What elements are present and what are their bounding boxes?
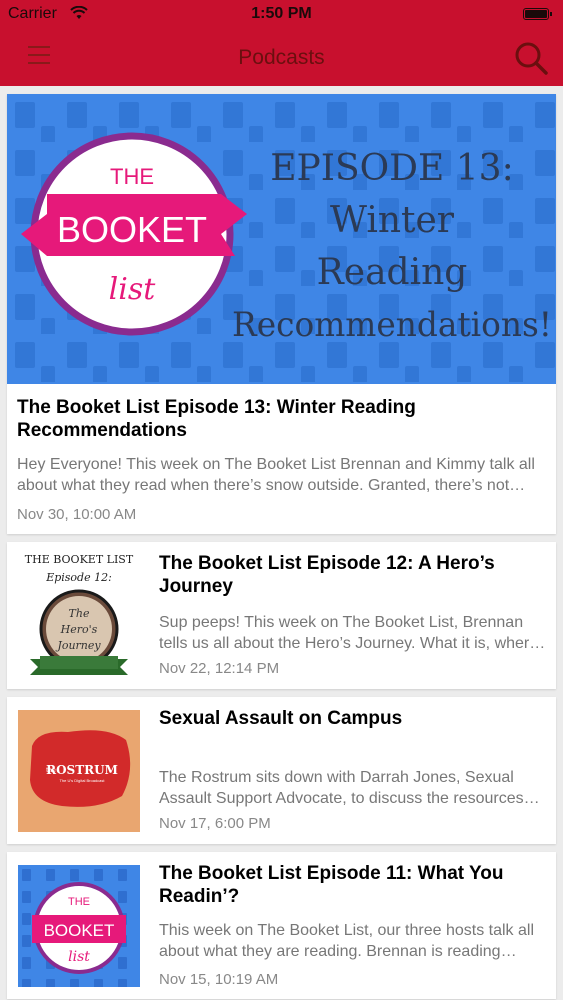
episode-description: The Rostrum sits down with Darrah Jones,… (159, 769, 524, 807)
banner-line-3: Reading (317, 252, 468, 293)
banner-line-2: Winter (330, 200, 455, 241)
episode-description: Hey Everyone! This week on The Booket Li… (17, 456, 535, 494)
battery-icon (523, 8, 552, 20)
episode-card[interactable]: THE BOOKET list The Booket List Episode … (7, 852, 556, 999)
episode-date: Nov 15, 10:19 AM (159, 971, 279, 988)
banner-line-4: Recommendations! (232, 305, 552, 345)
app-header: Carrier 1:50 PM Podcasts (0, 0, 563, 86)
banner-brand-main: BOOKET (57, 209, 207, 250)
episode-thumbnail: THE BOOKET LIST Episode 12: The Hero's J… (18, 555, 140, 677)
episode-title: The Booket List Episode 11: What You Rea… (159, 863, 504, 907)
thumb-word-2: Hero's (60, 623, 98, 636)
episode-date: Nov 22, 12:14 PM (159, 660, 280, 677)
banner-brand-top: THE (110, 164, 154, 189)
search-icon[interactable] (513, 40, 549, 76)
episode-card[interactable]: THE BOOKET LIST Episode 12: The Hero's J… (7, 542, 556, 689)
thumb-sub: Episode 12: (45, 571, 112, 584)
thumb-brand-bottom: list (68, 949, 90, 965)
page-title: Podcasts (238, 46, 325, 69)
episode-thumbnail: THE BOOKET list (18, 865, 140, 987)
status-bar: Carrier 1:50 PM (0, 0, 563, 30)
thumb-logo: ROSTRUM (46, 763, 118, 777)
banner-brand-bottom: list (109, 272, 157, 307)
thumb-word-3: Journey (55, 639, 101, 652)
thumb-brand-top: THE (68, 896, 90, 908)
banner-line-1: EPISODE 13: (270, 148, 513, 189)
thumb-word-1: The (69, 607, 90, 620)
episode-banner-image: THE BOOKET list EPISODE 13: Winter Readi… (7, 94, 556, 384)
episode-title: The Booket List Episode 12: A Hero’s Jou… (159, 553, 495, 597)
thumb-brand-main: BOOKET (44, 921, 115, 940)
navigation-bar: Podcasts (0, 30, 563, 86)
episode-description: Sup peeps! This week on The Booket List,… (159, 614, 539, 652)
episode-title: The Booket List Episode 13: Winter Readi… (17, 397, 416, 441)
episode-card[interactable]: the ROSTRUM The U's Digital Broadcast Se… (7, 697, 556, 844)
thumb-tagline: The U's Digital Broadcast (59, 778, 105, 783)
episode-thumbnail: the ROSTRUM The U's Digital Broadcast (18, 710, 140, 832)
featured-episode-card[interactable]: THE BOOKET list EPISODE 13: Winter Readi… (7, 94, 556, 534)
thumb-header: THE BOOKET LIST (25, 555, 134, 566)
episode-date: Nov 17, 6:00 PM (159, 815, 271, 832)
episode-date: Nov 30, 10:00 AM (17, 506, 137, 523)
status-time: 1:50 PM (251, 5, 312, 22)
episode-title: Sexual Assault on Campus (159, 708, 403, 729)
episode-description: This week on The Booket List, our three … (159, 922, 535, 960)
